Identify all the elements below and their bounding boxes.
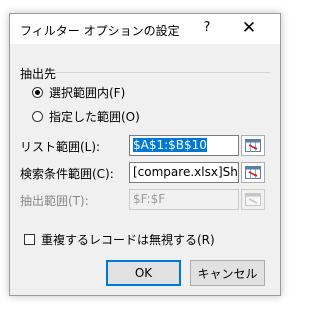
extract-range-value: $F:$F — [133, 192, 166, 206]
criteria-range-input[interactable]: [compare.xlsx]She — [129, 162, 239, 183]
range-select-icon — [245, 166, 261, 179]
criteria-range-label: 検索条件範囲(C): — [20, 167, 114, 181]
title-bar: フィルター オプションの設定 ? ✕ — [10, 14, 280, 44]
list-range-label: リスト範囲(L): — [20, 140, 101, 154]
range-select-icon — [245, 193, 261, 206]
cancel-button[interactable]: キャンセル — [190, 260, 265, 286]
ok-button[interactable]: OK — [106, 260, 181, 286]
range-select-icon — [245, 139, 261, 152]
extract-range-input: $F:$F — [129, 189, 239, 210]
extract-range-picker-button — [241, 189, 265, 210]
radio-copy-to-location[interactable]: 指定した範囲(O) — [32, 108, 140, 125]
list-range-input[interactable]: $A$1:$B$10 — [129, 135, 239, 156]
unique-records-label: 重複するレコードは無視する(R) — [41, 233, 215, 247]
radio-filter-in-place[interactable]: 選択範囲内(F) — [32, 84, 125, 101]
unique-records-checkbox[interactable] — [24, 234, 35, 245]
extract-range-label: 抽出範囲(T): — [20, 194, 89, 208]
criteria-range-picker-button[interactable] — [241, 162, 265, 183]
close-icon[interactable]: ✕ — [240, 18, 258, 38]
radio-filter-in-place-control[interactable] — [32, 87, 43, 98]
unique-records-option[interactable]: 重複するレコードは無視する(R) — [24, 231, 215, 248]
radio-filter-in-place-label: 選択範囲内(F) — [49, 86, 126, 100]
radio-copy-to-location-control[interactable] — [32, 111, 43, 122]
output-section-label: 抽出先 — [20, 67, 57, 81]
dialog-title: フィルター オプションの設定 — [20, 24, 180, 38]
section-divider — [56, 72, 270, 73]
help-icon[interactable]: ? — [200, 20, 214, 35]
criteria-range-value: [compare.xlsx]She — [133, 165, 239, 179]
list-range-picker-button[interactable] — [241, 135, 265, 156]
list-range-value: $A$1:$B$10 — [133, 138, 207, 152]
radio-copy-to-location-label: 指定した範囲(O) — [49, 110, 140, 124]
advanced-filter-dialog: フィルター オプションの設定 ? ✕ 抽出先 選択範囲内(F) 指定した範囲(O… — [9, 13, 281, 296]
